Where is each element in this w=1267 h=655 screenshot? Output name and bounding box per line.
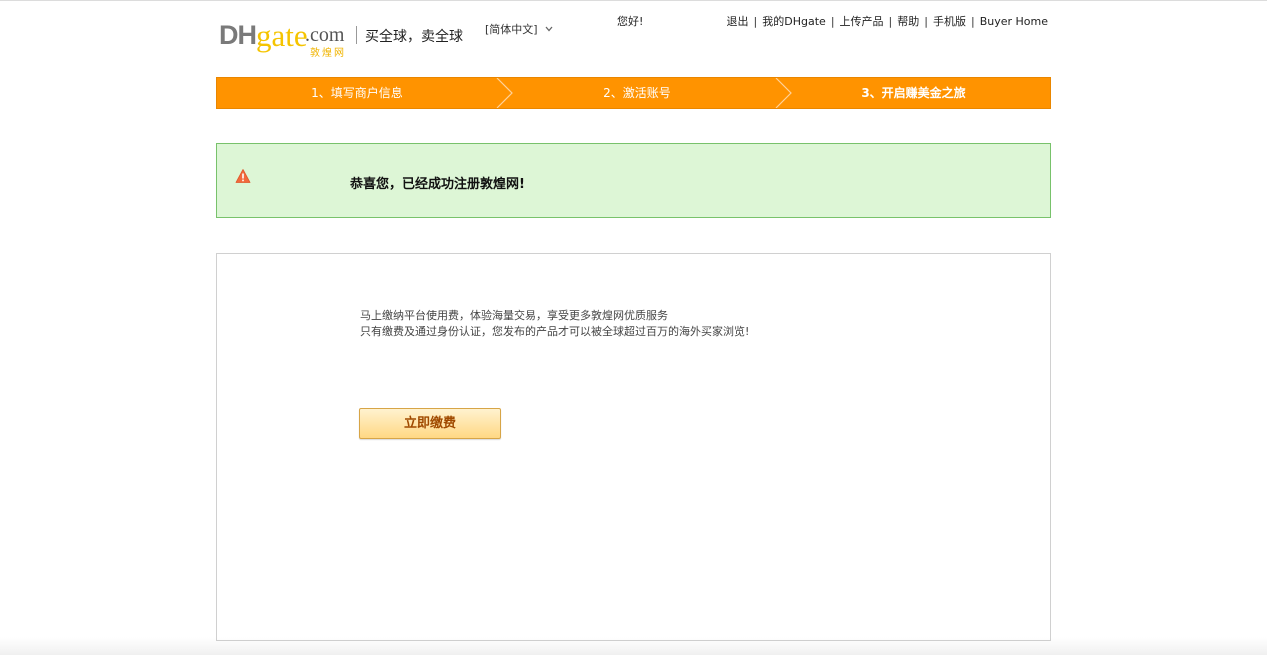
buyer-home-link[interactable]: Buyer Home (980, 15, 1048, 28)
payment-info-line-1: 马上缴纳平台使用费，体验海量交易，享受更多敦煌网优质服务 (360, 309, 668, 322)
warning-triangle-icon (235, 169, 251, 183)
slogan: 买全球，卖全球 (365, 29, 463, 45)
help-link[interactable]: 帮助 (897, 15, 919, 28)
logo-chinese-text: 敦煌网 (310, 48, 346, 59)
logout-link[interactable]: 退出 (727, 15, 749, 28)
success-notice: 恭喜您，已经成功注册敦煌网! (216, 143, 1051, 218)
pay-now-button[interactable]: 立即缴费 (359, 408, 501, 439)
top-links: 退出 | 我的DHgate | 上传产品 | 帮助 | 手机版 | Buyer Home (727, 13, 1048, 29)
step-activate-account: 2、激活账号 (603, 86, 671, 100)
link-separator: | (970, 15, 975, 28)
success-message: 恭喜您，已经成功注册敦煌网! (350, 177, 525, 192)
upload-products-link[interactable]: 上传产品 (840, 15, 884, 28)
my-dhgate-link[interactable]: 我的DHgate (762, 15, 826, 28)
logo-dh-text: DH (219, 20, 257, 50)
greeting: 您好! (617, 15, 644, 28)
dhgate-logo[interactable]: DH gate .com 敦煌网 (219, 18, 351, 59)
step-fill-merchant-info: 1、填写商户信息 (311, 86, 403, 100)
chevron-down-icon (545, 25, 553, 35)
logo-divider (356, 26, 357, 44)
step-start-earning: 3、开启赚美金之旅 (861, 86, 966, 100)
page: DH gate .com 敦煌网 买全球，卖全球 [简体中文] 您好! 退出 | 我… (0, 0, 1267, 655)
logo-gate-text: gate (256, 18, 308, 53)
bottom-shadow (0, 637, 1267, 655)
link-separator: | (830, 15, 835, 28)
language-label: [简体中文] (485, 23, 538, 36)
language-select[interactable]: [简体中文] (485, 21, 553, 37)
mobile-version-link[interactable]: 手机版 (933, 15, 966, 28)
link-separator: | (888, 15, 893, 28)
registration-steps: 1、填写商户信息 2、激活账号 3、开启赚美金之旅 (216, 77, 1051, 109)
link-separator: | (924, 15, 928, 28)
payment-info-line-2: 只有缴费及通过身份认证，您发布的产品才可以被全球超过百万的海外买家浏览! (360, 325, 750, 338)
link-separator: | (753, 15, 758, 28)
payment-panel: 马上缴纳平台使用费，体验海量交易，享受更多敦煌网优质服务 只有缴费及通过身份认证… (216, 253, 1051, 641)
top-divider (0, 0, 1267, 1)
